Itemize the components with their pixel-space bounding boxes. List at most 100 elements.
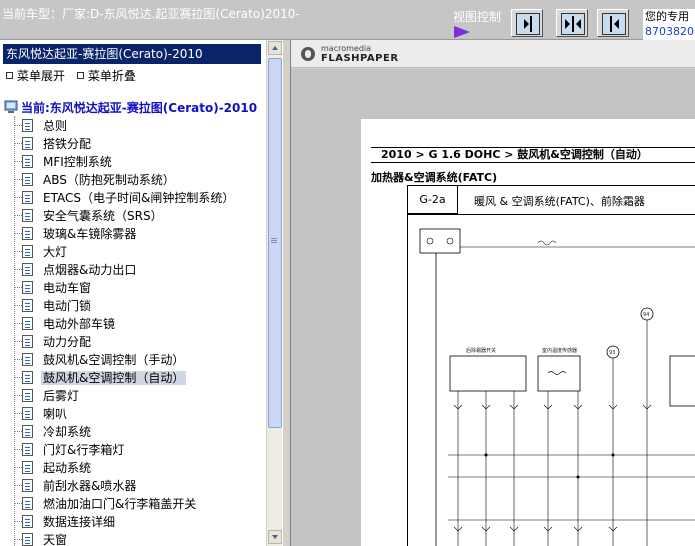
callout-93: 93 xyxy=(609,350,615,356)
tree-item-label: 总则 xyxy=(43,119,68,133)
tree-connector xyxy=(14,485,22,486)
scroll-thumb[interactable] xyxy=(268,58,282,428)
tree-item[interactable]: MFI控制系统 xyxy=(14,153,114,171)
flashpaper-toolbar: macromedia FLASHPAPER xyxy=(291,40,695,68)
page-background[interactable]: 2010 > G 1.6 DOHC > 鼓风机&空调控制（自动） 加热器&空调系… xyxy=(291,69,695,546)
document-icon xyxy=(22,227,33,240)
collapse-right-icon xyxy=(602,13,626,35)
doc-breadcrumb: 2010 > G 1.6 DOHC > 鼓风机&空调控制（自动） xyxy=(371,147,695,163)
tree-item-label: 喇叭 xyxy=(43,407,68,421)
tree-root[interactable]: 当前:东风悦达起亚-赛拉图(Cerato)-2010 xyxy=(4,99,257,116)
document-icon xyxy=(22,335,33,348)
tree-connector xyxy=(14,341,22,342)
tree-item[interactable]: 电动车窗 xyxy=(14,279,93,297)
tree-item[interactable]: 门灯&行李箱灯 xyxy=(14,441,126,459)
tree-connector xyxy=(14,323,22,324)
menu-expand-label: 菜单展开 xyxy=(17,69,66,83)
tree-item[interactable]: 天窗 xyxy=(14,531,69,546)
scroll-grip xyxy=(271,238,277,239)
panel-splitter[interactable] xyxy=(282,40,290,546)
menu-expand-button[interactable]: 菜单展开 xyxy=(6,69,65,83)
caret-down-icon xyxy=(272,535,278,539)
left-scrollbar[interactable] xyxy=(266,40,282,546)
tree-connector xyxy=(14,197,22,198)
document-icon xyxy=(22,155,33,168)
tree-item[interactable]: 喇叭 xyxy=(14,405,69,423)
document-icon xyxy=(22,461,33,474)
tree-item[interactable]: 鼓风机&空调控制（自动） xyxy=(14,369,187,387)
diagram-code: G-2a xyxy=(408,186,458,214)
scroll-down-arrow[interactable] xyxy=(268,530,282,544)
tree-connector xyxy=(14,161,22,162)
tree-connector xyxy=(14,269,22,270)
menu-actions: 菜单展开 菜单折叠 xyxy=(6,67,144,84)
tree-item[interactable]: 点烟器&动力出口 xyxy=(14,261,138,279)
tree-item[interactable]: 搭铁分配 xyxy=(14,135,93,153)
tree-item[interactable]: 总则 xyxy=(14,117,69,135)
tree-item-label: 门灯&行李箱灯 xyxy=(43,443,125,457)
tree-item[interactable]: 数据连接详细 xyxy=(14,513,117,531)
document-icon xyxy=(22,299,33,312)
user-info-line1: 您的专用 xyxy=(645,10,689,23)
tree-item-label: 前刮水器&喷水器 xyxy=(43,479,137,493)
document-icon xyxy=(22,515,33,528)
tree-item-label: 搭铁分配 xyxy=(43,137,92,151)
tree-item[interactable]: 燃油加油口门&行李箱盖开关 xyxy=(14,495,198,513)
document-icon xyxy=(22,353,33,366)
split-view-icon xyxy=(561,13,585,35)
tree-connector xyxy=(14,539,22,540)
tree-connector xyxy=(14,143,22,144)
view-split-button[interactable] xyxy=(556,9,588,37)
tree-view: 当前:东风悦达起亚-赛拉图(Cerato)-2010 总则搭铁分配 MFI控制系统… xyxy=(4,96,266,546)
document-icon xyxy=(22,209,33,222)
top-bar: 当前车型：厂家:D-东风悦达.起亚赛拉图(Cerato)2010- 视图控制 您… xyxy=(0,0,695,40)
view-left-panel-button[interactable] xyxy=(511,9,543,37)
document-icon xyxy=(22,191,33,204)
brand-small: macromedia xyxy=(321,44,372,53)
box2-label: 室内温度传感器 xyxy=(542,347,577,354)
view-right-panel-button[interactable] xyxy=(597,9,629,37)
expand-square-icon xyxy=(6,72,13,79)
tree-item[interactable]: 动力分配 xyxy=(14,333,93,351)
tree-connector xyxy=(14,467,22,468)
tree-item[interactable]: 前刮水器&喷水器 xyxy=(14,477,138,495)
tree-connector xyxy=(14,503,22,504)
tree-item[interactable]: 电动外部车镜 xyxy=(14,315,117,333)
tree-item-label: 后雾灯 xyxy=(43,389,80,403)
tree-connector xyxy=(14,413,22,414)
document-page: 2010 > G 1.6 DOHC > 鼓风机&空调控制（自动） 加热器&空调系… xyxy=(361,119,695,546)
tree-item[interactable]: 鼓风机&空调控制（手动） xyxy=(14,351,186,369)
tree-item[interactable]: 后雾灯 xyxy=(14,387,81,405)
user-info: 您的专用 8703820 xyxy=(643,9,695,40)
tree-item-label: ABS（防抱死制动系统） xyxy=(43,173,175,187)
document-icon xyxy=(22,443,33,456)
tree-item[interactable]: 起动系统 xyxy=(14,459,93,477)
tree-connector xyxy=(14,233,22,234)
scroll-up-arrow[interactable] xyxy=(268,41,282,55)
arrow-right-icon xyxy=(454,26,470,38)
tree-item[interactable]: ABS（防抱死制动系统） xyxy=(14,171,177,189)
tree-item[interactable]: 大灯 xyxy=(14,243,69,261)
tree-item-label: 数据连接详细 xyxy=(43,515,116,529)
tree-item[interactable]: 安全气囊系统（SRS） xyxy=(14,207,165,225)
document-icon xyxy=(22,281,33,294)
tree-item[interactable]: 电动门锁 xyxy=(14,297,93,315)
tree-item[interactable]: 冷却系统 xyxy=(14,423,93,441)
collapse-left-icon xyxy=(516,13,540,35)
document-icon xyxy=(22,371,33,384)
tree-item-label: 点烟器&动力出口 xyxy=(43,263,137,277)
caret-up-icon xyxy=(272,46,278,50)
wiring-schematic: 94 93 后除霜器开关 室内温度传感器 xyxy=(419,228,695,546)
navigation-panel: 东风悦达起亚-赛拉图(Cerato)-2010 菜单展开 菜单折叠 当前:东风悦… xyxy=(0,40,282,546)
document-icon xyxy=(22,263,33,276)
document-icon xyxy=(22,479,33,492)
document-icon xyxy=(22,425,33,438)
tree-item[interactable]: ETACS（电子时间&闸钟控制系统） xyxy=(14,189,236,207)
panel-header: 东风悦达起亚-赛拉图(Cerato)-2010 xyxy=(3,44,261,64)
menu-collapse-button[interactable]: 菜单折叠 xyxy=(76,69,136,83)
document-icon xyxy=(22,407,33,420)
tree-item[interactable]: 玻璃&车镜除雾器 xyxy=(14,225,138,243)
macromedia-logo-icon xyxy=(301,47,315,61)
tree-connector xyxy=(14,305,22,306)
tree-connector xyxy=(14,449,22,450)
